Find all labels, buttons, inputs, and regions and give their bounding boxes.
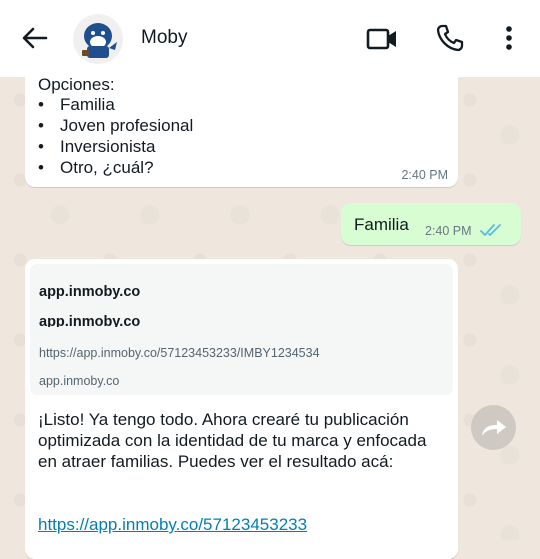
- list-item: • Familia: [38, 95, 115, 114]
- list-item: • Otro, ¿cuál?: [38, 158, 154, 177]
- options-heading: Opciones:: [38, 75, 115, 94]
- message-body: ¡Listo! Ya tengo todo. Ahora crearé tu p…: [38, 410, 427, 471]
- contact-avatar[interactable]: [73, 14, 123, 64]
- link-preview-domain: app.inmoby.co: [39, 374, 120, 388]
- link-preview-title-repeat: app.inmoby.co: [39, 314, 141, 327]
- forward-arrow-icon: [481, 419, 506, 436]
- reply-text: Familia: [354, 215, 409, 234]
- voice-call-icon[interactable]: [435, 23, 465, 53]
- list-item: • Joven profesional: [38, 116, 194, 135]
- incoming-message-link[interactable]: app.inmoby.co app.inmoby.co https://app.…: [25, 259, 458, 559]
- chat-header: Moby: [0, 0, 540, 77]
- outgoing-message-reply[interactable]: Familia 2:40 PM: [341, 203, 521, 245]
- options-list: • Familia • Joven profesional • Inversionis…: [38, 94, 193, 178]
- list-item: • Inversionista: [38, 137, 156, 156]
- more-options-icon[interactable]: [500, 23, 518, 53]
- link-preview-url: https://app.inmoby.co/57123453233/IMBY12…: [39, 346, 320, 360]
- link-preview-card[interactable]: app.inmoby.co app.inmoby.co https://app.…: [30, 264, 453, 395]
- back-arrow-icon[interactable]: [20, 24, 48, 52]
- message-timestamp: 2:40 PM: [401, 168, 448, 182]
- link-preview-title: app.inmoby.co: [39, 284, 141, 300]
- forward-button[interactable]: [471, 405, 516, 450]
- message-timestamp: 2:40 PM: [425, 224, 472, 238]
- double-check-read-icon: [480, 224, 501, 236]
- incoming-message-options[interactable]: Opciones: • Familia • Joven profesional • I…: [25, 60, 458, 187]
- video-call-icon[interactable]: [366, 24, 398, 54]
- contact-name[interactable]: Moby: [141, 27, 187, 49]
- message-link[interactable]: https://app.inmoby.co/57123453233: [38, 515, 307, 535]
